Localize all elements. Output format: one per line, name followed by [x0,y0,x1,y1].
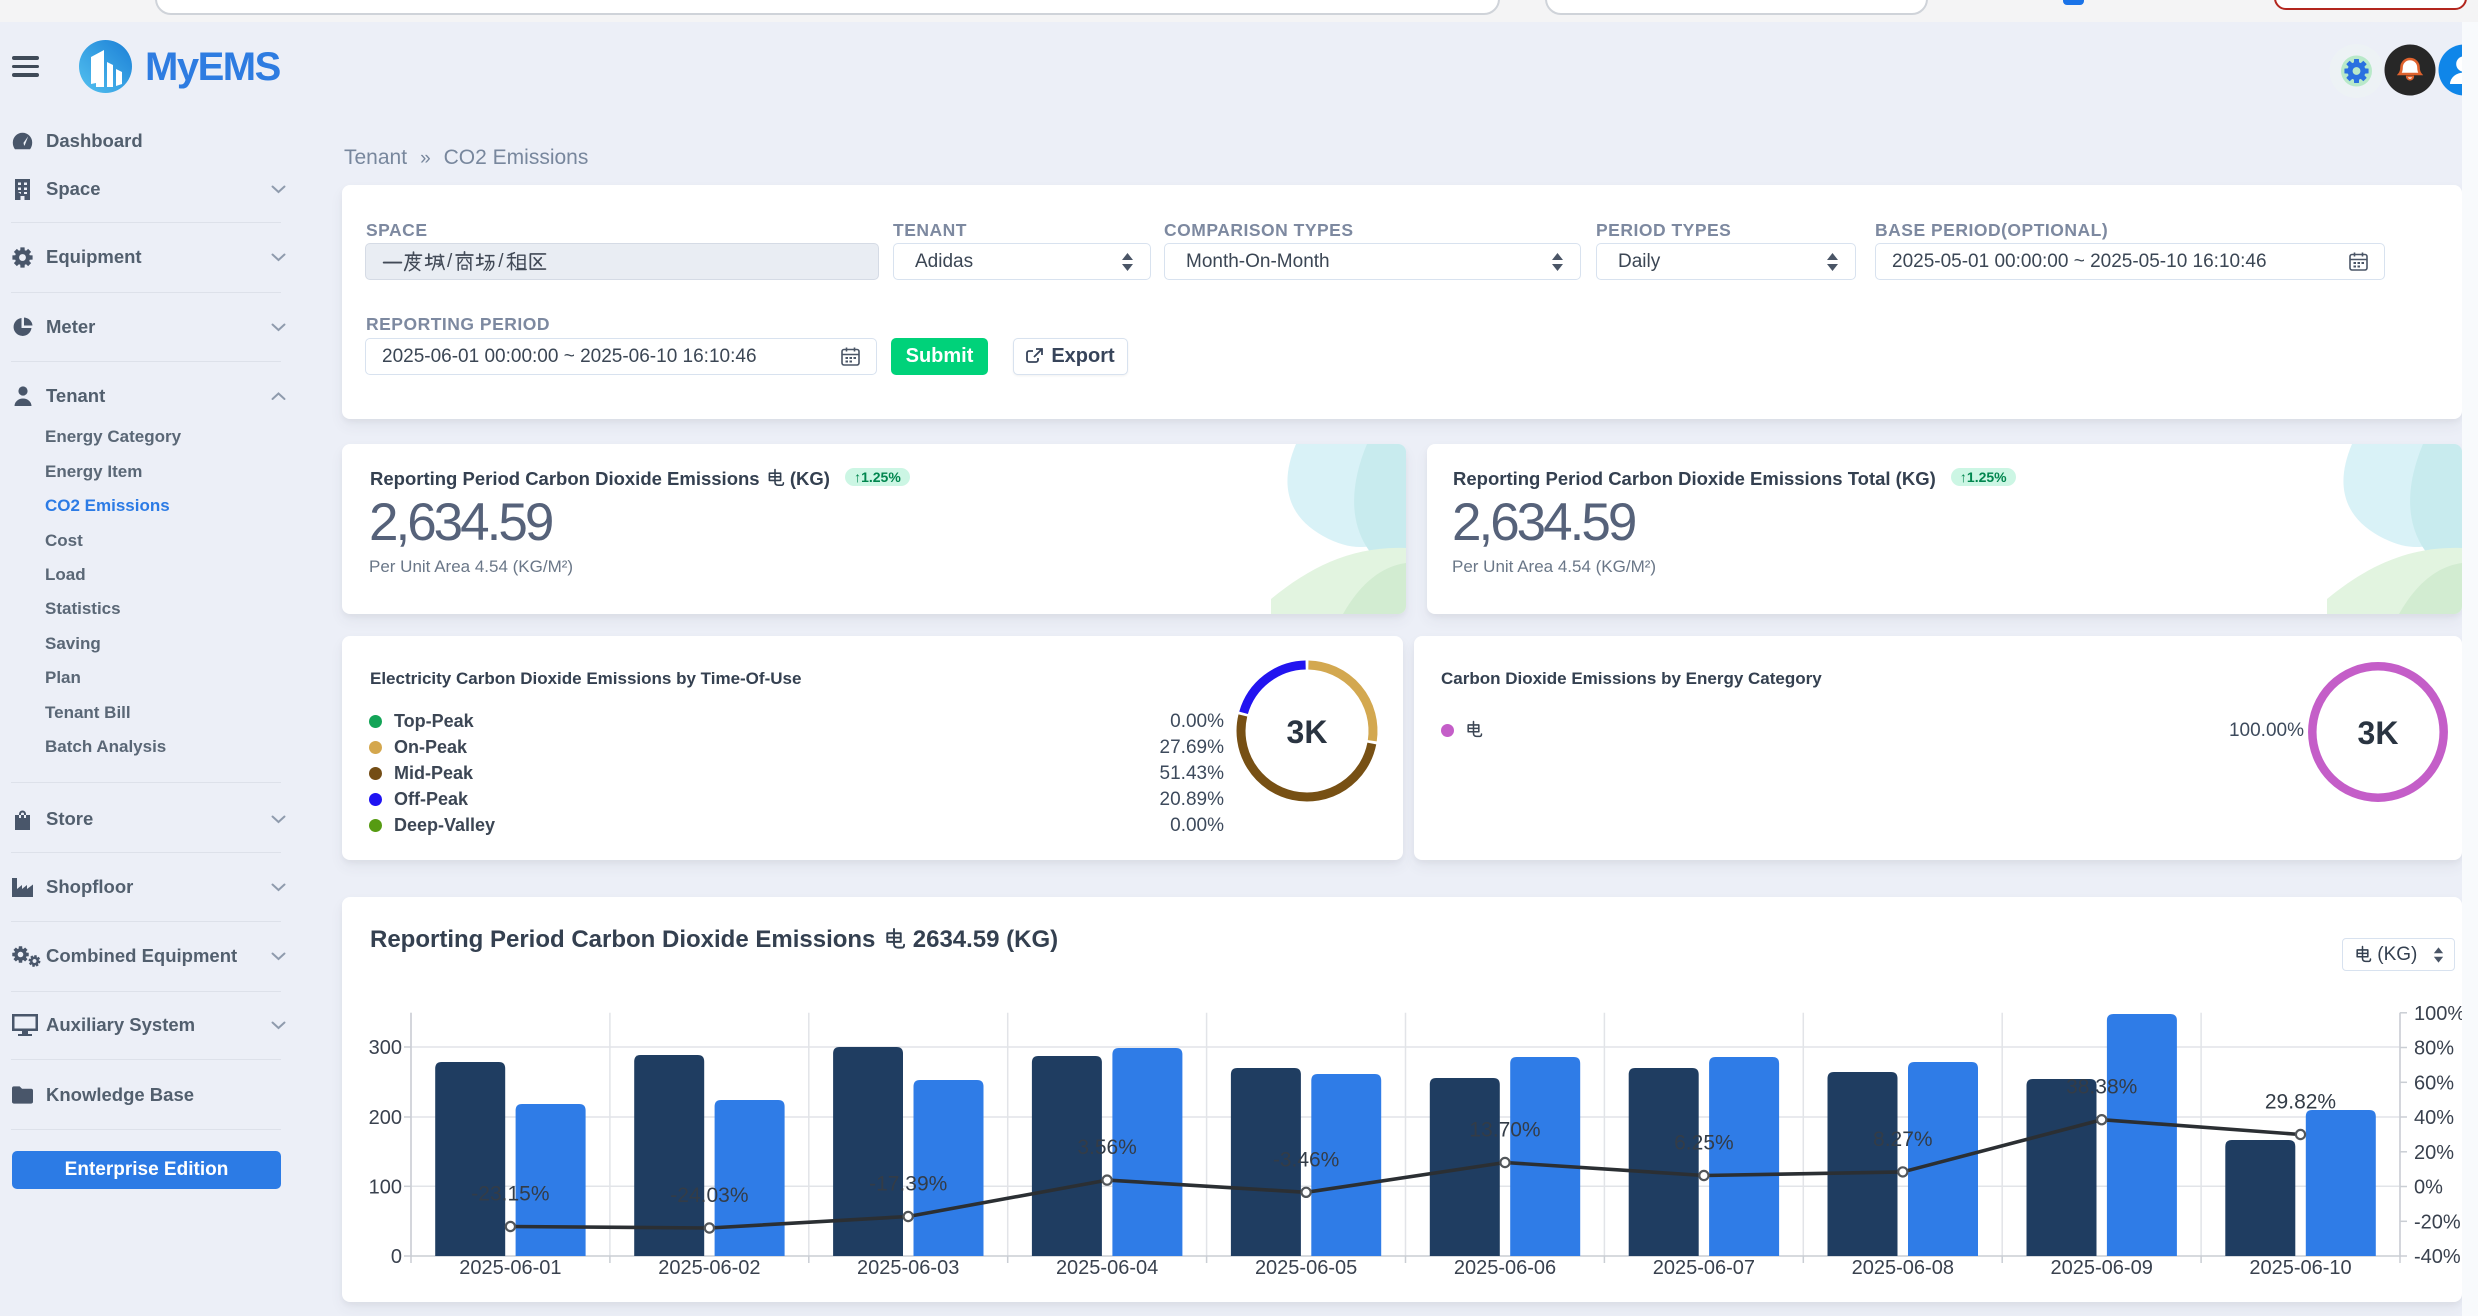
svg-text:-23.15%: -23.15% [471,1183,549,1206]
svg-text:2025-06-01: 2025-06-01 [459,1257,561,1279]
svg-text:200: 200 [369,1107,402,1129]
svg-text:6.25%: 6.25% [1674,1132,1734,1155]
svg-text:-24.03%: -24.03% [670,1184,748,1207]
svg-text:38.38%: 38.38% [2066,1076,2137,1099]
svg-text:0: 0 [391,1246,402,1268]
svg-text:13.70%: 13.70% [1469,1119,1540,1142]
svg-text:-20%: -20% [2414,1211,2461,1233]
svg-text:80%: 80% [2414,1038,2454,1060]
svg-text:0%: 0% [2414,1177,2443,1199]
svg-text:100%: 100% [2414,1003,2465,1025]
svg-text:2025-06-10: 2025-06-10 [2249,1257,2351,1279]
svg-text:-17.39%: -17.39% [869,1173,947,1196]
svg-text:3.56%: 3.56% [1077,1136,1137,1159]
svg-text:40%: 40% [2414,1107,2454,1129]
svg-text:2025-06-09: 2025-06-09 [2051,1257,2153,1279]
svg-text:2025-06-05: 2025-06-05 [1255,1257,1357,1279]
svg-text:2025-06-06: 2025-06-06 [1454,1257,1556,1279]
svg-text:2025-06-07: 2025-06-07 [1653,1257,1755,1279]
svg-text:2025-06-04: 2025-06-04 [1056,1257,1158,1279]
svg-text:20%: 20% [2414,1142,2454,1164]
svg-text:60%: 60% [2414,1072,2454,1094]
svg-text:8.27%: 8.27% [1873,1128,1933,1151]
svg-text:2025-06-02: 2025-06-02 [658,1257,760,1279]
svg-text:-3.46%: -3.46% [1273,1148,1340,1171]
svg-text:-40%: -40% [2414,1246,2461,1268]
svg-text:2025-06-03: 2025-06-03 [857,1257,959,1279]
svg-text:29.82%: 29.82% [2265,1091,2336,1114]
svg-text:300: 300 [369,1037,402,1059]
svg-text:2025-06-08: 2025-06-08 [1852,1257,1954,1279]
svg-text:100: 100 [369,1176,402,1198]
